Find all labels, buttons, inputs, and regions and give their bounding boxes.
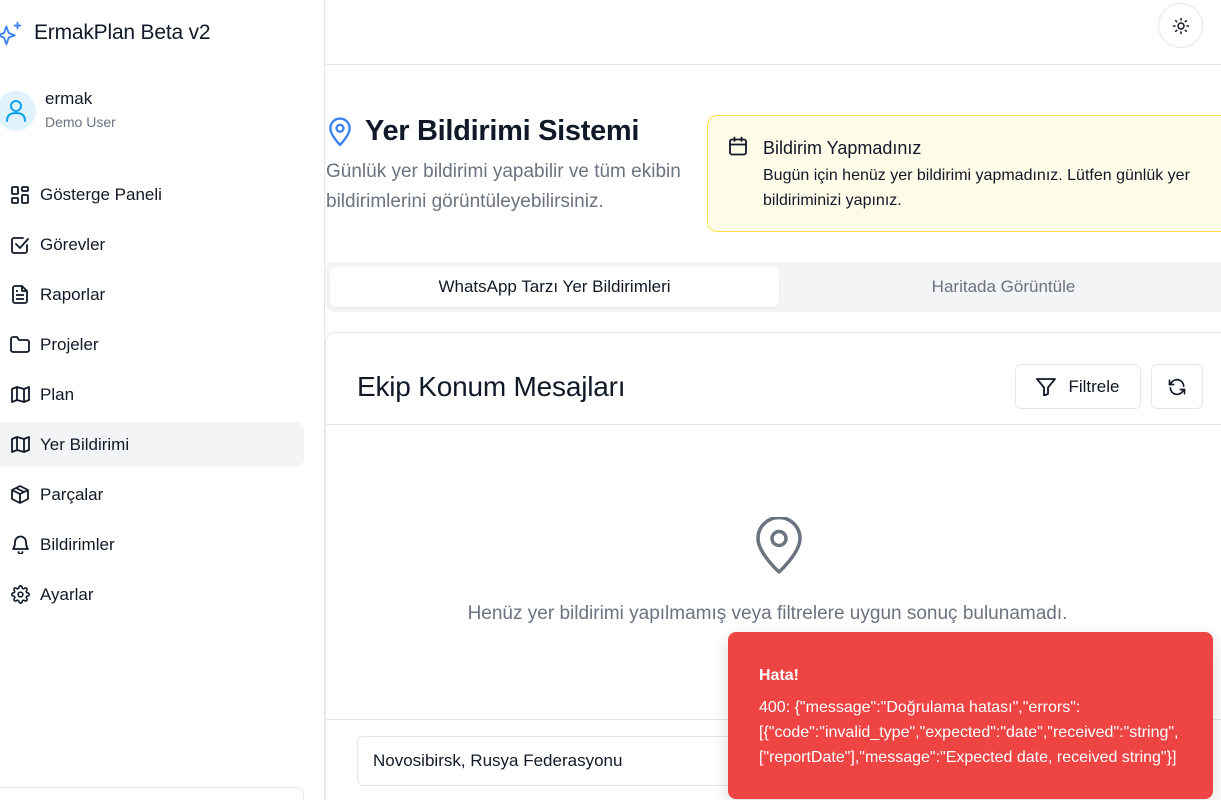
empty-state-text: Henüz yer bildirimi yapılmamış veya filt… (467, 603, 1068, 624)
filter-button-label: Filtrele (1068, 376, 1120, 396)
folder-icon (10, 335, 30, 355)
sidebar-item-label: Projeler (40, 334, 99, 354)
refresh-button[interactable] (1151, 364, 1203, 409)
user-role: Demo User (45, 114, 116, 130)
refresh-icon (1168, 378, 1186, 395)
sidebar-footer (0, 787, 304, 800)
alert-title: Bildirim Yapmadınız (763, 138, 922, 158)
filter-button[interactable]: Filtrele (1015, 364, 1141, 409)
sidebar-item-projects[interactable]: Projeler (0, 322, 304, 367)
package-icon (10, 485, 30, 505)
page-title: Yer Bildirimi Sistemi (365, 115, 640, 147)
card-title: Ekip Konum Mesajları (357, 371, 626, 402)
top-bar (325, 0, 1221, 65)
map-pin-icon (756, 517, 802, 574)
toast-message: 400: {"message":"Doğrulama hatası","erro… (759, 699, 1179, 766)
sidebar-item-label: Bildirimler (40, 534, 115, 554)
file-text-icon (10, 285, 30, 305)
toast-title: Hata! (759, 667, 800, 684)
sidebar-item-tasks[interactable]: Görevler (0, 222, 304, 267)
sidebar-item-label: Ayarlar (40, 584, 94, 604)
sidebar-nav: Gösterge Paneli Görevler Raporlar Projel… (0, 172, 304, 622)
tab-whatsapp-style[interactable]: WhatsApp Tarzı Yer Bildirimleri (330, 267, 779, 307)
sidebar-item-dashboard[interactable]: Gösterge Paneli (0, 172, 304, 217)
checkbox-icon (10, 235, 30, 255)
sidebar-item-label: Raporlar (40, 284, 106, 304)
sidebar-item-reports[interactable]: Raporlar (0, 272, 304, 317)
error-toast[interactable]: Hata! 400: {"message":"Doğrulama hatası"… (728, 632, 1213, 799)
map-pin-icon (329, 116, 351, 146)
sparkles-icon (0, 18, 24, 48)
tab-map-view[interactable]: Haritada Görüntüle (779, 267, 1221, 307)
sun-icon (1172, 17, 1189, 34)
sidebar-item-settings[interactable]: Ayarlar (0, 572, 304, 617)
sidebar-item-parts[interactable]: Parçalar (0, 472, 304, 517)
app-title: ErmakPlan Beta v2 (34, 21, 211, 44)
location-field[interactable]: Novosibirsk, Rusya Federasyonu (357, 736, 757, 786)
sidebar-item-plan[interactable]: Plan (0, 372, 304, 417)
avatar (0, 90, 36, 131)
map-icon (10, 385, 30, 405)
sidebar-item-label: Parçalar (40, 484, 104, 504)
bell-icon (10, 535, 30, 555)
page-header: Yer Bildirimi Sistemi (327, 115, 639, 148)
dashboard-icon (10, 185, 30, 205)
divider (326, 424, 1221, 425)
map-icon (10, 435, 30, 455)
no-report-alert: Bildirim Yapmadınız Bugün için henüz yer… (707, 115, 1221, 232)
theme-toggle-button[interactable] (1158, 3, 1203, 48)
alert-message: Bugün için henüz yer bildirimi yapmadını… (763, 167, 1190, 209)
sidebar-item-label: Yer Bildirimi (40, 434, 130, 454)
user-name: ermak (45, 89, 93, 108)
sidebar-item-location-report[interactable]: Yer Bildirimi (0, 422, 304, 467)
view-tabs: WhatsApp Tarzı Yer Bildirimleri Haritada… (325, 262, 1221, 312)
page-description: Günlük yer bildirimi yapabilir ve tüm ek… (326, 161, 681, 212)
filter-icon (1036, 377, 1057, 396)
sidebar-item-label: Gösterge Paneli (40, 184, 162, 204)
user-profile[interactable]: ermak Demo User (0, 89, 116, 132)
sidebar: ErmakPlan Beta v2 ermak Demo User Göster… (0, 0, 325, 800)
brand[interactable]: ErmakPlan Beta v2 (0, 17, 211, 49)
sidebar-item-notifications[interactable]: Bildirimler (0, 522, 304, 567)
sidebar-item-label: Plan (40, 384, 75, 404)
calendar-icon (729, 136, 747, 156)
gear-icon (10, 585, 30, 605)
sidebar-item-label: Görevler (40, 234, 106, 254)
user-icon (6, 99, 26, 122)
